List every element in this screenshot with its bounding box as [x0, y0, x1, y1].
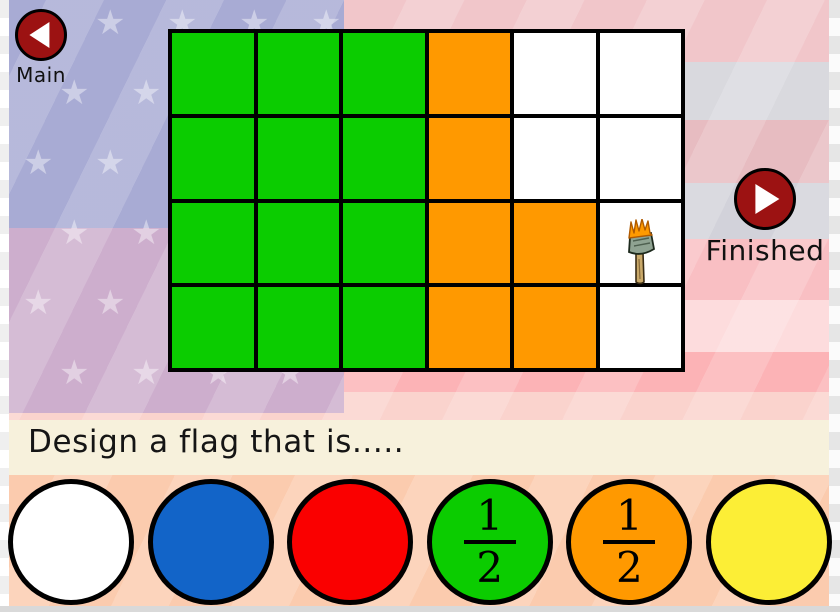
grid-cell[interactable]	[343, 202, 425, 284]
grid-cell[interactable]	[257, 287, 339, 368]
fraction-label: 12	[603, 491, 656, 592]
star-icon: ★	[23, 284, 54, 322]
fraction-numerator: 1	[476, 491, 504, 540]
finished-button-label: Finished	[705, 234, 825, 267]
grid-cell[interactable]	[343, 287, 425, 368]
star-icon: ★	[131, 74, 162, 112]
main-button-label: Main	[16, 63, 66, 87]
grid-cell[interactable]	[514, 287, 596, 368]
bottom-rule	[0, 606, 840, 612]
fraction-denominator: 2	[476, 543, 504, 592]
finished-button[interactable]: Finished	[700, 168, 830, 267]
fraction-denominator: 2	[616, 543, 643, 592]
star-icon: ★	[131, 354, 162, 392]
star-icon: ★	[95, 4, 126, 42]
grid-cell[interactable]	[257, 202, 339, 284]
flag-grid[interactable]	[168, 29, 685, 372]
grid-cell[interactable]	[257, 117, 339, 199]
grid-cell[interactable]	[172, 202, 254, 284]
grid-cell[interactable]	[599, 287, 681, 368]
palette-swatch-blue[interactable]	[147, 479, 274, 605]
color-palette[interactable]: 1212	[0, 478, 840, 606]
triangle-right-icon[interactable]	[734, 168, 796, 230]
grid-cell[interactable]	[428, 33, 510, 114]
palette-swatch-yellow[interactable]	[705, 479, 832, 605]
caption-text: Design a flag that is.....	[28, 424, 405, 460]
palette-swatch-white[interactable]	[8, 479, 134, 605]
app-stage: ★★★★★★★★★★★★★★★★★★★★★★★★★★★ Main Finishe…	[0, 0, 840, 612]
star-icon: ★	[95, 144, 126, 182]
grid-cell[interactable]	[172, 287, 254, 368]
fraction-numerator: 1	[616, 491, 643, 540]
grid-cell[interactable]	[599, 33, 681, 114]
grid-cell[interactable]	[343, 33, 425, 114]
grid-cell[interactable]	[428, 287, 510, 368]
palette-swatch-green-half[interactable]: 12	[426, 479, 553, 605]
grid-cell[interactable]	[599, 117, 681, 199]
main-button[interactable]: Main	[8, 9, 74, 87]
grid-cell[interactable]	[428, 202, 510, 284]
grid-cell[interactable]	[428, 117, 510, 199]
grid-cell[interactable]	[514, 202, 596, 284]
grid-cell[interactable]	[172, 33, 254, 114]
fraction-label: 12	[463, 491, 516, 592]
palette-swatch-red[interactable]	[287, 479, 414, 605]
grid-cell[interactable]	[343, 117, 425, 199]
grid-cell[interactable]	[599, 202, 681, 285]
star-icon: ★	[131, 214, 162, 252]
palette-swatch-orange-half[interactable]: 12	[566, 479, 693, 605]
grid-cell[interactable]	[514, 33, 596, 114]
paintbrush-icon	[628, 219, 656, 285]
triangle-left-icon[interactable]	[15, 9, 67, 61]
star-icon: ★	[59, 214, 90, 252]
star-icon: ★	[59, 354, 90, 392]
star-icon: ★	[23, 144, 54, 182]
star-icon: ★	[95, 284, 126, 322]
grid-cell[interactable]	[514, 117, 596, 199]
grid-cell[interactable]	[172, 117, 254, 199]
grid-cell[interactable]	[257, 33, 339, 114]
